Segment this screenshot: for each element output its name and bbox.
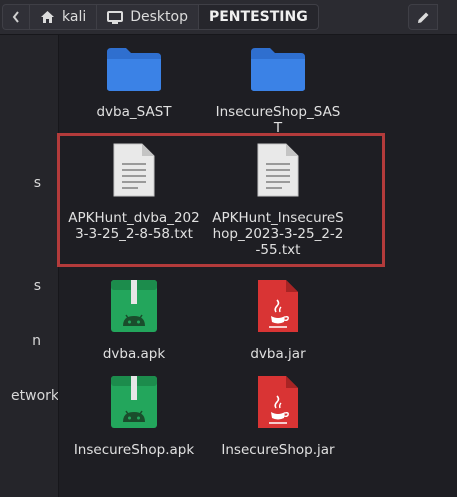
file-name: dvba_SAST	[96, 104, 172, 120]
file-name: InsecureShop.jar	[221, 442, 335, 458]
pencil-icon	[417, 11, 430, 24]
jar-file-icon	[256, 374, 300, 434]
path-bar: kali Desktop PENTESTING	[2, 4, 319, 30]
path-segment-label: PENTESTING	[208, 9, 308, 25]
file-name: InsecureShop_SAST	[215, 104, 341, 136]
chevron-left-icon	[12, 11, 20, 23]
file-name: APKHunt_dvba_2023-3-25_2-8-58.txt	[68, 210, 200, 242]
file-name: dvba.apk	[102, 346, 166, 362]
file-item[interactable]: APKHunt_InsecureShop_2023-3-25_2-2-55.tx…	[208, 142, 348, 258]
file-item[interactable]: dvba_SAST	[64, 36, 204, 120]
sidebar-item[interactable]: s	[34, 175, 41, 191]
sidebar: s s n etwork	[0, 35, 59, 497]
file-item[interactable]: InsecureShop.jar	[208, 374, 348, 458]
path-segment-home[interactable]: kali	[29, 4, 97, 30]
path-segment-pentesting[interactable]: PENTESTING	[197, 4, 319, 30]
folder-icon	[105, 46, 163, 96]
location-toolbar: kali Desktop PENTESTING	[0, 0, 457, 35]
sidebar-item-network[interactable]: etwork	[11, 388, 58, 404]
path-back-button[interactable]	[2, 4, 29, 30]
file-name: dvba.jar	[250, 346, 306, 362]
file-item[interactable]: dvba.apk	[64, 278, 204, 362]
text-file-icon	[256, 142, 300, 202]
file-name: InsecureShop.apk	[73, 442, 195, 458]
file-item[interactable]: APKHunt_dvba_2023-3-25_2-8-58.txt	[64, 142, 204, 242]
file-item[interactable]: dvba.jar	[208, 278, 348, 362]
home-icon	[40, 10, 55, 24]
text-file-icon	[112, 142, 156, 202]
path-segment-label: Desktop	[130, 9, 188, 25]
file-item[interactable]: InsecureShop_SAST	[208, 36, 348, 136]
folder-icon	[249, 46, 307, 96]
path-segment-desktop[interactable]: Desktop	[96, 4, 198, 30]
apk-file-icon	[109, 374, 159, 434]
sidebar-item[interactable]: n	[32, 333, 41, 349]
file-item[interactable]: InsecureShop.apk	[64, 374, 204, 458]
file-name: APKHunt_InsecureShop_2023-3-25_2-2-55.tx…	[212, 210, 344, 258]
desktop-icon	[107, 10, 124, 24]
sidebar-item[interactable]: s	[34, 278, 41, 294]
apk-file-icon	[109, 278, 159, 338]
edit-location-button[interactable]	[408, 4, 438, 30]
jar-file-icon	[256, 278, 300, 338]
path-segment-label: kali	[62, 9, 87, 25]
